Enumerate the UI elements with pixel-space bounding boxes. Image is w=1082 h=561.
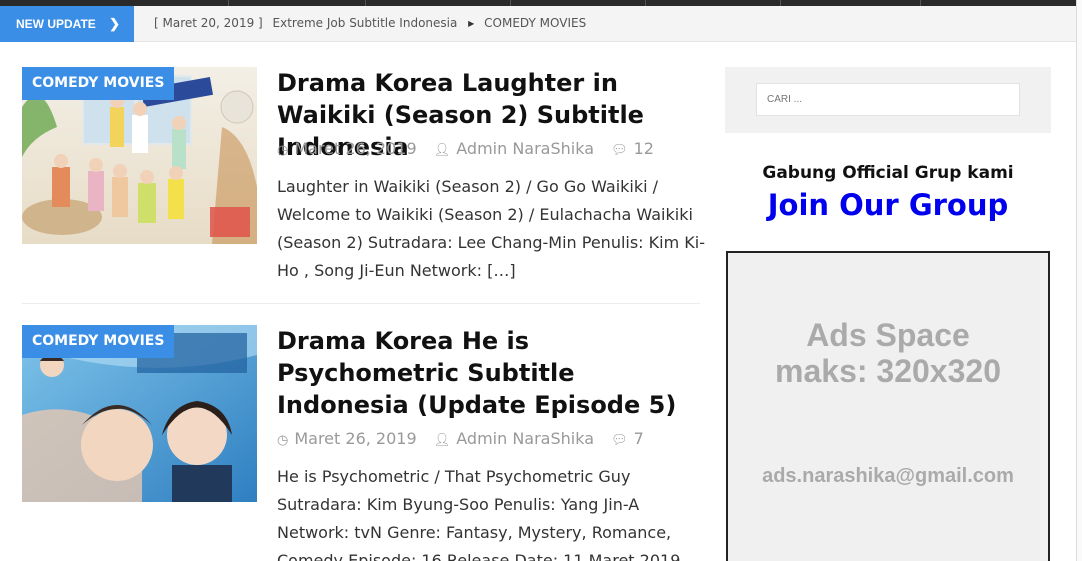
post-meta: ◷ Maret 26, 2019 👤︎ Admin NaraShika 💬︎ 12 <box>277 139 654 158</box>
comment-count[interactable]: 12 <box>634 139 654 158</box>
ticker-category[interactable]: COMEDY MOVIES <box>484 16 586 30</box>
category-badge[interactable]: COMEDY MOVIES <box>22 67 175 100</box>
post-excerpt: Laughter in Waikiki (Season 2) / Go Go W… <box>277 177 705 280</box>
ticker-date: [ Maret 20, 2019 ] <box>154 16 263 30</box>
user-icon: 👤︎ <box>433 143 451 158</box>
clock-icon: ◷ <box>277 433 289 448</box>
ticker-item[interactable]: [ Maret 20, 2019 ] Extreme Job Subtitle … <box>154 6 586 42</box>
scrollbar[interactable] <box>1076 0 1082 561</box>
ads-space: Ads Space maks: 320x320 ads.narashika@gm… <box>726 251 1050 561</box>
join-group-link[interactable]: Join Our Group <box>725 188 1051 222</box>
post-card: COMEDY MOVIES Drama Korea He is Psychome… <box>22 325 700 561</box>
ticker-label-text: NEW UPDATE <box>16 17 96 31</box>
post-excerpt: He is Psychometric / That Psychometric G… <box>277 467 681 561</box>
clock-icon: ◷ <box>277 143 289 158</box>
comment-icon[interactable]: 💬︎ <box>611 433 628 448</box>
post-date: Maret 26, 2019 <box>294 429 417 448</box>
post-thumbnail[interactable]: COMEDY MOVIES <box>22 325 257 502</box>
post-date: Maret 26, 2019 <box>294 139 417 158</box>
caret-right-icon: ▶ <box>468 19 475 28</box>
post-title[interactable]: Drama Korea He is Psychometric Subtitle … <box>277 325 707 421</box>
ads-email: ads.narashika@gmail.com <box>762 465 1014 487</box>
ticker-headline[interactable]: Extreme Job Subtitle Indonesia <box>273 16 458 30</box>
post-author[interactable]: Admin NaraShika <box>456 139 594 158</box>
chevron-right-icon: ❯ <box>109 16 120 31</box>
post-meta: ◷ Maret 26, 2019 👤︎ Admin NaraShika 💬︎ 7 <box>277 429 644 448</box>
sidebar-search-widget <box>725 67 1051 133</box>
post-thumbnail[interactable]: COMEDY MOVIES <box>22 67 257 244</box>
user-icon: 👤︎ <box>433 433 451 448</box>
comment-icon[interactable]: 💬︎ <box>611 143 628 158</box>
ads-title: Ads Space maks: 320x320 <box>775 317 1001 389</box>
group-heading: Gabung Official Grup kami <box>762 163 1014 183</box>
post-author[interactable]: Admin NaraShika <box>456 429 594 448</box>
search-input[interactable] <box>756 83 1020 116</box>
comment-count[interactable]: 7 <box>634 429 644 448</box>
category-badge[interactable]: COMEDY MOVIES <box>22 325 175 358</box>
news-ticker: NEW UPDATE ❯ [ Maret 20, 2019 ] Extreme … <box>0 6 1076 42</box>
ticker-label[interactable]: NEW UPDATE ❯ <box>0 6 134 42</box>
post-card: COMEDY MOVIES Drama Korea Laughter in Wa… <box>22 67 705 304</box>
